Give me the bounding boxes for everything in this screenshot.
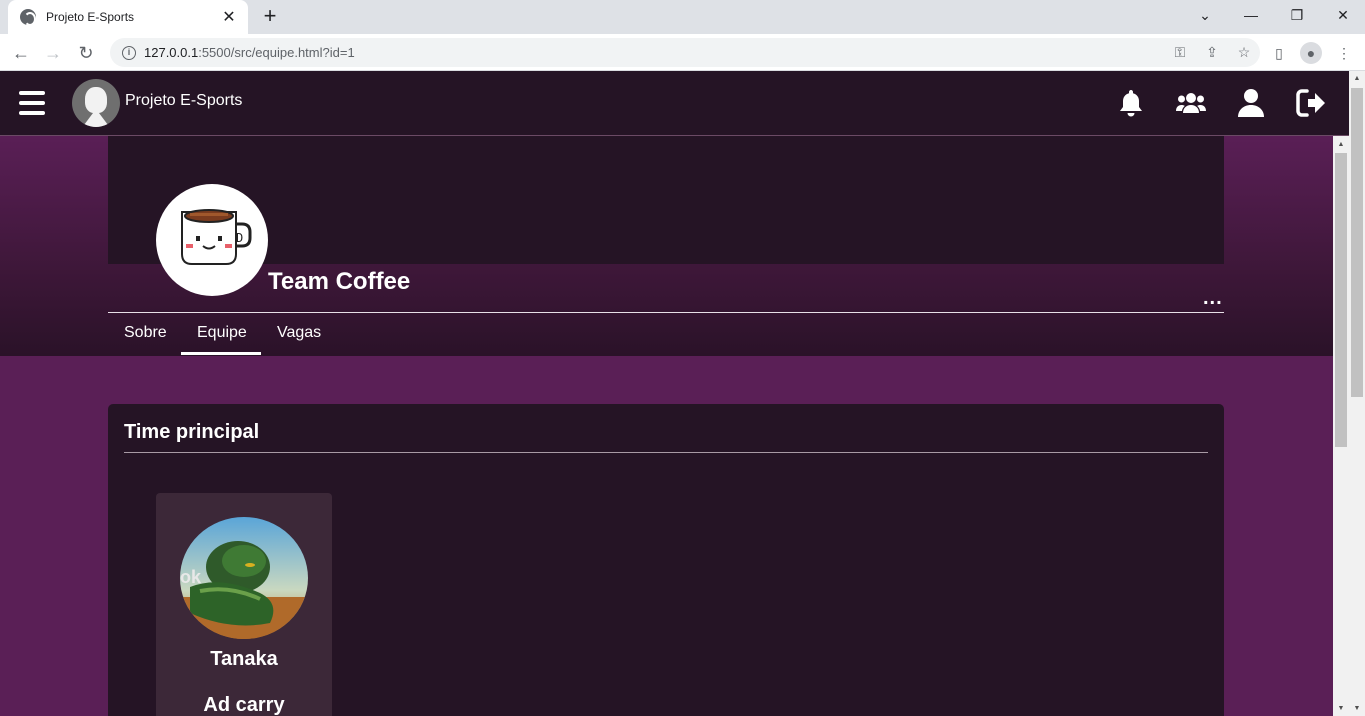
browser-menu-icon[interactable]: ⋮ — [1333, 42, 1355, 64]
user-icon[interactable] — [1235, 87, 1267, 119]
more-options-icon[interactable]: ... — [1203, 288, 1223, 308]
bell-icon[interactable] — [1115, 87, 1147, 119]
forward-icon[interactable]: → — [40, 40, 66, 66]
svg-text:D: D — [236, 231, 243, 245]
inner-scroll-up-icon[interactable]: ▲ — [1333, 138, 1349, 152]
site-info-icon[interactable]: i — [122, 45, 136, 60]
team-logo: D — [156, 184, 268, 296]
team-name: Team Coffee — [268, 268, 411, 295]
globe-icon — [20, 9, 36, 26]
team-banner — [108, 136, 1224, 264]
tab-search-icon[interactable]: ⌄ — [1182, 0, 1228, 30]
profile-icon[interactable]: ● — [1300, 42, 1322, 64]
tab-sobre[interactable]: Sobre — [124, 324, 167, 342]
bookmark-star-icon[interactable]: ☆ — [1228, 44, 1260, 61]
browser-tab[interactable]: Projeto E-Sports ✕ — [8, 0, 248, 34]
tab-equipe[interactable]: Equipe — [197, 324, 247, 342]
inner-scroll-down-icon[interactable]: ▼ — [1333, 702, 1349, 716]
roster-divider — [124, 452, 1208, 453]
header-divider — [108, 312, 1224, 313]
minimize-icon[interactable]: — — [1228, 0, 1274, 30]
new-tab-icon[interactable]: + — [258, 4, 282, 28]
key-icon[interactable]: ⚿ — [1164, 44, 1196, 61]
logout-icon[interactable] — [1295, 87, 1327, 119]
brand-avatar[interactable] — [72, 79, 120, 127]
scroll-down-icon[interactable]: ▼ — [1349, 702, 1365, 716]
player-name: Tanaka — [210, 648, 278, 670]
page-scrollbar-thumb[interactable] — [1351, 88, 1363, 397]
address-bar: ← → ↻ i 127.0.0.1:5500/src/equipe.html?i… — [0, 34, 1365, 71]
menu-icon[interactable] — [19, 91, 45, 115]
player-role: Ad carry — [203, 694, 285, 716]
close-window-icon[interactable]: ✕ — [1320, 0, 1365, 30]
svg-text:ok: ok — [180, 567, 202, 587]
player-avatar: ok — [180, 517, 308, 639]
tab-vagas[interactable]: Vagas — [277, 324, 321, 342]
browser-tab-title: Projeto E-Sports — [46, 10, 135, 24]
restore-icon[interactable]: ❐ — [1274, 0, 1320, 30]
scroll-up-icon[interactable]: ▲ — [1349, 72, 1365, 86]
omnibox[interactable]: i 127.0.0.1:5500/src/equipe.html?id=1 ⚿ … — [110, 38, 1260, 67]
users-icon[interactable] — [1175, 87, 1207, 119]
browser-tabbar: Projeto E-Sports ✕ + ⌄ — ❐ ✕ — [0, 0, 1365, 34]
active-tab-indicator — [181, 352, 261, 355]
url-text[interactable]: 127.0.0.1:5500/src/equipe.html?id=1 — [144, 45, 1164, 60]
inner-scrollbar-thumb[interactable] — [1335, 153, 1347, 447]
close-tab-icon[interactable]: ✕ — [220, 7, 238, 27]
back-icon[interactable]: ← — [8, 40, 34, 66]
share-icon[interactable]: ⇪ — [1196, 44, 1228, 61]
app-navbar: Projeto E-Sports — [0, 71, 1349, 136]
brand-title[interactable]: Projeto E-Sports — [125, 92, 242, 110]
reload-icon[interactable]: ↻ — [73, 40, 99, 66]
roster-title: Time principal — [124, 421, 260, 443]
coffee-mug-icon: D — [181, 209, 252, 265]
side-panel-icon[interactable]: ▯ — [1268, 42, 1290, 64]
